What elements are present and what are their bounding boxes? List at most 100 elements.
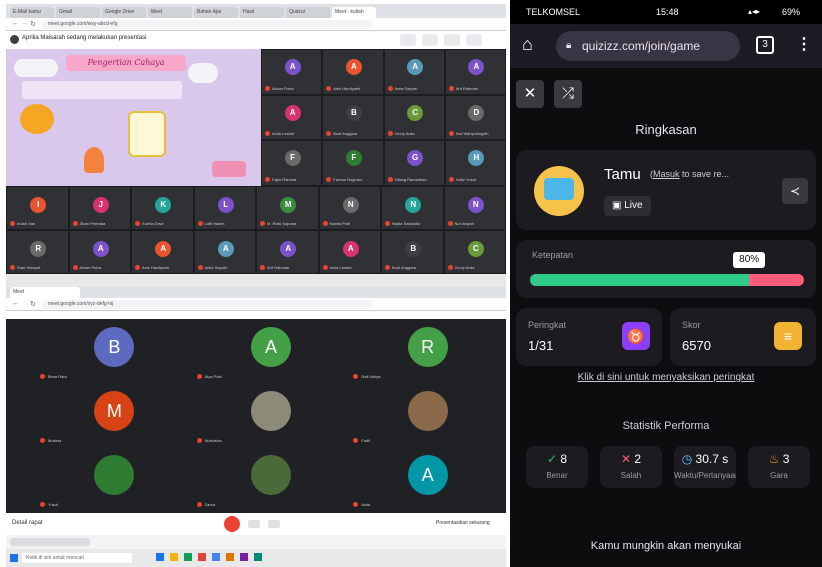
cross-icon: ✕ (620, 452, 635, 466)
participant-tile[interactable]: B Bima Rafa (36, 321, 193, 385)
muted-mic-icon (265, 131, 270, 137)
participant-tile[interactable]: F Farhan Nugroho (322, 140, 384, 186)
participant-tile[interactable]: C Cindy Aulia (443, 230, 506, 274)
browser-tab[interactable]: Meet - kuliah (332, 7, 376, 18)
participant-tile[interactable]: B Budi Anggara (322, 94, 384, 141)
participant-tile[interactable]: I Indah Sari (6, 186, 69, 230)
browser-tab[interactable]: Meet (148, 7, 192, 18)
menu-kebab-icon[interactable]: ⋮ (796, 34, 812, 54)
present-icon[interactable] (422, 34, 438, 46)
end-call-button[interactable] (224, 516, 240, 532)
participant-tile[interactable]: F Fajar Rahmat (261, 140, 323, 186)
mic-button[interactable] (248, 520, 260, 528)
back-icon[interactable]: ← (12, 20, 19, 27)
participant-tile[interactable]: A Anita Saputri (193, 230, 256, 274)
participant-tile[interactable]: M M. Rizki Saputra (256, 186, 319, 230)
participant-tile[interactable]: B Budi Anggara (381, 230, 444, 274)
taskbar-app-icon[interactable] (184, 553, 192, 561)
participant-name: Azka (361, 502, 371, 507)
present-now-button[interactable]: Presentasikan sekarang (436, 520, 490, 526)
participant-tile[interactable]: N Nadia Salsabila (381, 186, 444, 230)
taskbar-app-icon[interactable] (240, 553, 248, 561)
participant-tile[interactable]: C Cindy Aulia (383, 94, 445, 141)
participant-tile[interactable]: A Arif Rahman (256, 230, 319, 274)
browser-tab[interactable]: Hasil (240, 7, 284, 18)
address-bar[interactable]: meet.google.com/xyz-defg-hij (42, 300, 372, 309)
muted-mic-icon (326, 85, 332, 91)
browser-tab[interactable]: Bahan Ajar (194, 7, 238, 18)
participant-avatar: K (155, 197, 172, 213)
participant-tile[interactable]: N Nabila Putri (318, 186, 381, 230)
flame-icon (84, 147, 104, 173)
participant-tile[interactable]: N Nur Aisyah (443, 186, 506, 230)
participant-tile[interactable]: A Anis Hardiyanti (322, 49, 384, 95)
participant-avatar (407, 391, 448, 431)
participant-name: Cindy Aulia (394, 131, 415, 137)
download-item[interactable] (10, 538, 90, 546)
windows-taskbar (6, 274, 506, 287)
taskbar-app-icon[interactable] (254, 553, 262, 561)
address-bar[interactable]: meet.google.com/wxy-abcd-efg (42, 20, 372, 29)
participant-tile[interactable]: Nurhaliza (192, 385, 350, 449)
muted-mic-icon (40, 502, 45, 507)
camera-button[interactable] (268, 520, 280, 528)
taskbar-search[interactable]: Ketik di sini untuk mencari (22, 553, 132, 563)
shuffle-button[interactable]: ⤮ (554, 80, 582, 108)
participant-tile[interactable]: Zahra (192, 449, 350, 513)
participant-tile[interactable]: A Aulia Lestari (318, 230, 381, 274)
leaderboard-link[interactable]: Klik di sini untuk menyaksikan peringkat (510, 372, 822, 383)
close-button[interactable]: ✕ (516, 80, 544, 108)
participant-tile[interactable]: H Hafiz Yusuf (444, 140, 506, 186)
participant-tile[interactable]: R Rafi Aditya (349, 321, 506, 385)
participant-tile[interactable]: A Aulia Lestari (261, 94, 323, 141)
home-icon[interactable]: ⌂ (522, 34, 533, 55)
participant-tile[interactable]: A Azka (349, 449, 506, 513)
video-icon: ▣ (612, 200, 622, 211)
fire-icon: ♨ (768, 452, 783, 466)
participant-tile[interactable]: D Dwi Wahyuningsih (444, 94, 506, 141)
participant-name: Farhan Nugroho (333, 176, 363, 182)
browser-tab[interactable]: Google Drive (102, 7, 146, 18)
reload-icon[interactable]: ↻ (30, 300, 36, 308)
meeting-details-link[interactable]: Detail rapat (12, 520, 43, 526)
chat-icon[interactable] (444, 34, 460, 46)
windows-start-icon[interactable] (10, 554, 18, 562)
back-icon[interactable]: ← (12, 300, 19, 307)
taskbar-app-icon[interactable] (156, 553, 164, 561)
share-button[interactable]: ≺ (782, 178, 808, 204)
browser-tab[interactable]: Meet (10, 287, 80, 298)
browser-tab[interactable]: Gmail (56, 7, 100, 18)
participant-tile[interactable]: Fadli (349, 385, 506, 449)
participant-name: Arif Rahman (267, 265, 290, 270)
mode-badge: ▣ Live (604, 196, 651, 216)
url-field[interactable]: 🔒︎ quizizz.com/join/game (556, 31, 740, 61)
check-icon: ✓ (546, 452, 561, 466)
muted-mic-icon (387, 85, 393, 91)
layout-icon[interactable] (400, 34, 416, 46)
taskbar-app-icon[interactable] (170, 553, 178, 561)
tabs-counter[interactable]: 3 (756, 36, 774, 54)
people-icon[interactable] (466, 34, 482, 46)
participant-tile[interactable]: A Alya Putri (192, 321, 350, 385)
forward-icon[interactable]: → (21, 20, 28, 27)
participant-tile[interactable]: A Alvian Putra (261, 49, 323, 95)
browser-tab[interactable]: E-Mail kamu (10, 7, 54, 18)
participant-tile[interactable]: L Lutfi Hakim (193, 186, 256, 230)
browser-tab[interactable]: Quizizz (286, 7, 330, 18)
taskbar-app-icon[interactable] (198, 553, 206, 561)
participant-tile[interactable]: A Arif Rahman (444, 49, 506, 95)
participant-tile[interactable]: R Rian Hidayat (6, 230, 69, 274)
reload-icon[interactable]: ↻ (30, 20, 36, 28)
participant-tile[interactable]: Yusuf (36, 449, 193, 513)
login-link[interactable]: Masuk (653, 169, 680, 179)
participant-tile[interactable]: A Anita Saputri (383, 49, 445, 95)
taskbar-app-icon[interactable] (226, 553, 234, 561)
participant-tile[interactable]: A Anis Hardiyanti (131, 230, 194, 274)
participant-tile[interactable]: J Jihan Permata (68, 186, 131, 230)
participant-tile[interactable]: G Gilang Ramadhan (383, 140, 445, 186)
participant-tile[interactable]: M Mutiara (36, 385, 193, 449)
participant-name: Anita Saputri (394, 85, 418, 91)
participant-tile[interactable]: K Kurnia Dewi (131, 186, 194, 230)
taskbar-app-icon[interactable] (212, 553, 220, 561)
participant-tile[interactable]: A Alvian Putra (68, 230, 131, 274)
